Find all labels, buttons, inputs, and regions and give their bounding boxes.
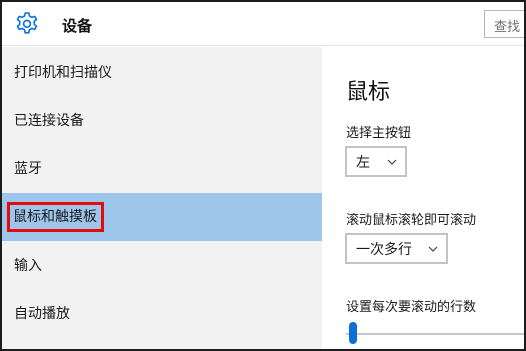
sidebar-item-typing[interactable]: 输入	[2, 241, 322, 289]
sidebar-item-bluetooth[interactable]: 蓝牙	[2, 144, 322, 192]
scroll-lines-slider-thumb[interactable]	[349, 322, 357, 344]
sidebar-item-mouse-touchpad[interactable]: 鼠标和触摸板	[2, 193, 322, 241]
dropdown-value: 一次多行	[356, 242, 412, 258]
sidebar-item-label: 蓝牙	[14, 161, 42, 177]
sidebar-item-label: 鼠标和触摸板	[13, 209, 97, 225]
sidebar-item-connected-devices[interactable]: 已连接设备	[2, 96, 322, 144]
settings-window: 设备 查找 打印机和扫描仪 已连接设备 蓝牙 鼠标和触摸板 输入 自动播放 鼠标…	[0, 0, 526, 351]
sidebar: 打印机和扫描仪 已连接设备 蓝牙 鼠标和触摸板 输入 自动播放	[2, 47, 322, 349]
chevron-down-icon	[428, 246, 438, 252]
sidebar-item-label: 打印机和扫描仪	[14, 65, 112, 81]
sidebar-item-label: 自动播放	[14, 306, 70, 322]
page-title: 鼠标	[346, 80, 391, 105]
sidebar-item-label: 已连接设备	[14, 113, 84, 129]
scroll-setting-label: 滚动鼠标滚轮即可滚动	[346, 213, 477, 228]
sidebar-item-label: 输入	[14, 258, 42, 274]
chevron-down-icon	[387, 159, 397, 165]
gear-icon	[16, 12, 38, 34]
primary-button-label: 选择主按钮	[346, 126, 412, 141]
scroll-lines-slider-track[interactable]	[346, 333, 524, 335]
header: 设备 查找	[2, 2, 524, 46]
search-input[interactable]: 查找	[484, 10, 524, 38]
main-content: 鼠标 选择主按钮 左 滚动鼠标滚轮即可滚动 一次多行 设置每次要滚动的行数	[322, 47, 524, 349]
sidebar-item-autoplay[interactable]: 自动播放	[2, 289, 322, 337]
page-section-title: 设备	[62, 17, 93, 35]
scroll-lines-label: 设置每次要滚动的行数	[346, 300, 477, 315]
sidebar-item-printers-scanners[interactable]: 打印机和扫描仪	[2, 48, 322, 96]
primary-button-dropdown[interactable]: 左	[345, 146, 407, 177]
highlight-box: 鼠标和触摸板	[7, 202, 104, 232]
scroll-dropdown[interactable]: 一次多行	[345, 233, 448, 264]
dropdown-value: 左	[356, 155, 370, 171]
